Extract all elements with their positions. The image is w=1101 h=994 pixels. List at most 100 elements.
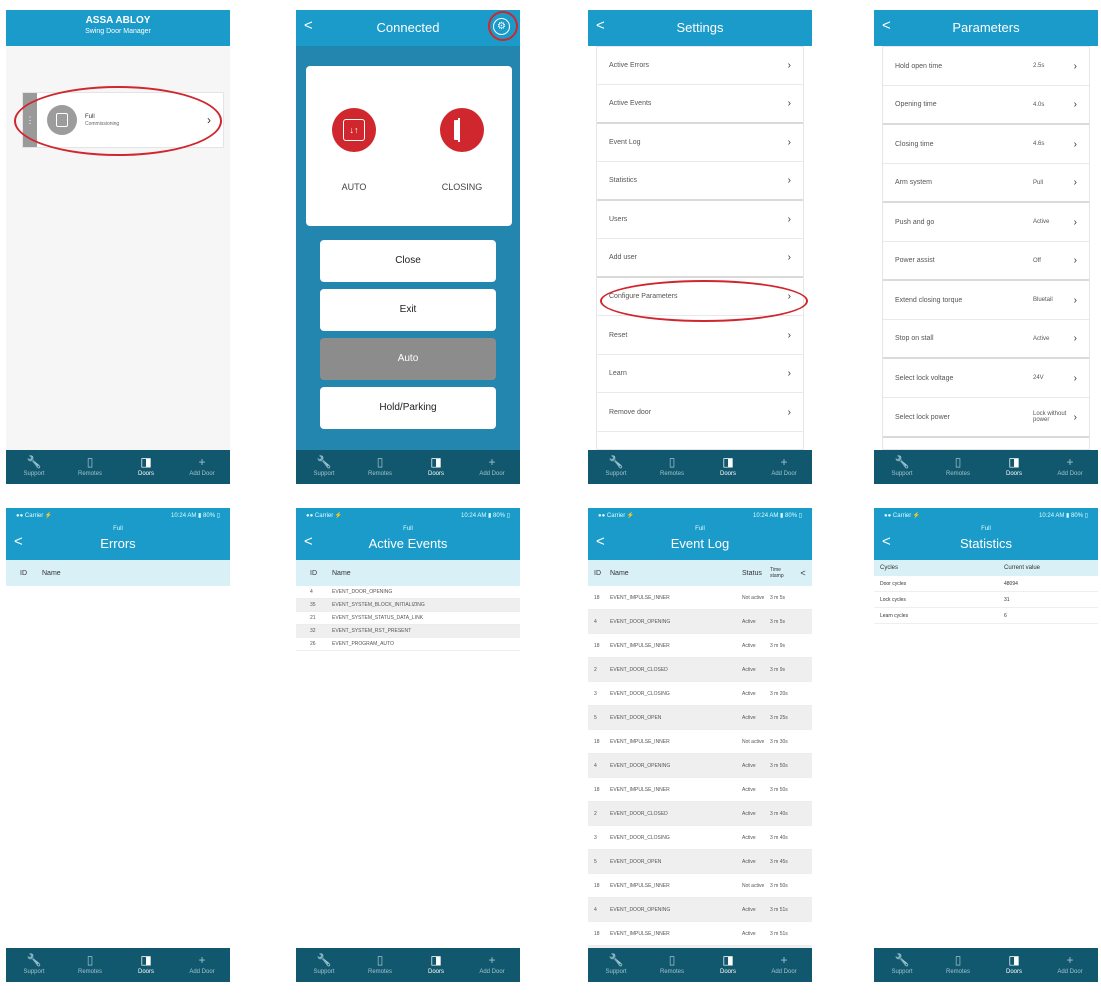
table-row[interactable]: 5 EVENT_DOOR_OPEN Active 3 m 25s — [588, 706, 812, 730]
tab-doors[interactable]: ◨ Doors — [986, 450, 1042, 484]
table-row[interactable]: 4 EVENT_DOOR_OPENING Active 3 m 50s — [588, 754, 812, 778]
tab-support[interactable]: 🔧 Support — [588, 450, 644, 484]
table-row[interactable]: 2 EVENT_DOOR_CLOSED Active 3 m 9s — [588, 658, 812, 682]
tab-remotes[interactable]: ▯ Remotes — [644, 948, 700, 982]
tab-label: Remotes — [77, 471, 102, 477]
tab-support[interactable]: 🔧 Support — [874, 450, 930, 484]
remote-icon: ▯ — [668, 455, 676, 469]
tab-bar: 🔧 Support ▯ Remotes ◨ Doors + Add Door — [588, 948, 812, 982]
parameter-row[interactable]: Select lock power Lock without power › — [883, 398, 1089, 438]
app-subtitle: Swing Door Manager — [85, 28, 151, 35]
parameter-row[interactable]: Opening time 4.0s › — [883, 86, 1089, 125]
tab-support[interactable]: 🔧 Support — [874, 948, 930, 982]
menu-item-event-log[interactable]: Event Log › — [597, 124, 803, 162]
door-card[interactable]: ⋮ Full Commissioning › — [22, 92, 224, 148]
tab-add-door[interactable]: + Add Door — [1042, 450, 1098, 484]
tab-support[interactable]: 🔧 Support — [6, 450, 62, 484]
tab-add-door[interactable]: + Add Door — [174, 948, 230, 982]
tab-add-door[interactable]: + Add Door — [464, 948, 520, 982]
table-row[interactable]: 2 EVENT_DOOR_CLOSED Active 3 m 40s — [588, 802, 812, 826]
parameter-row[interactable]: Power assist Off › — [883, 242, 1089, 281]
tab-remotes[interactable]: ▯ Remotes — [62, 948, 118, 982]
menu-item-add-user[interactable]: Add user › — [597, 239, 803, 278]
tab-remotes[interactable]: ▯ Remotes — [930, 450, 986, 484]
table-row[interactable]: 32 EVENT_SYSTEM_RST_PRESENT — [296, 625, 520, 638]
event-id: 2 — [594, 810, 597, 817]
tab-add-door[interactable]: + Add Door — [174, 450, 230, 484]
parameter-row[interactable]: Hold open time 2.5s › — [883, 47, 1089, 86]
parameter-row[interactable]: Select lock voltage 24V › — [883, 359, 1089, 398]
table-row[interactable]: 18 EVENT_IMPULSE_INNER Not active 3 m 5s — [588, 586, 812, 610]
tab-doors[interactable]: ◨ Doors — [700, 450, 756, 484]
menu-item-label: Reset — [609, 331, 628, 339]
tab-remotes[interactable]: ▯ Remotes — [644, 450, 700, 484]
tab-support[interactable]: 🔧 Support — [296, 450, 352, 484]
hold-parking-button[interactable]: Hold/Parking — [320, 387, 496, 429]
table-row[interactable]: 3 EVENT_DOOR_CLOSING Active 3 m 20s — [588, 682, 812, 706]
close-button[interactable]: Close — [320, 240, 496, 282]
table-row[interactable]: 4 EVENT_DOOR_OPENING Active 3 m 5s — [588, 610, 812, 634]
tab-remotes[interactable]: ▯ Remotes — [352, 450, 408, 484]
tab-doors[interactable]: ◨ Doors — [700, 948, 756, 982]
table-row[interactable]: 4 EVENT_DOOR_OPENING — [296, 586, 520, 599]
table-row[interactable]: 35 EVENT_SYSTEM_BLOCK_INITIALIZING — [296, 599, 520, 612]
table-row[interactable]: 18 EVENT_IMPULSE_INNER Active 3 m 9s — [588, 634, 812, 658]
column-header-id: ID — [594, 569, 601, 577]
tab-doors[interactable]: ◨ Doors — [986, 948, 1042, 982]
table-row[interactable]: 18 EVENT_IMPULSE_INNER Active 3 m 51s — [588, 922, 812, 946]
tab-label: Remotes — [77, 969, 102, 975]
back-icon[interactable]: < — [882, 18, 891, 33]
parameter-row[interactable]: Extend closing torque Bluetail › — [883, 281, 1089, 320]
menu-item-remove-door[interactable]: Remove door › — [597, 393, 803, 432]
tab-remotes[interactable]: ▯ Remotes — [62, 450, 118, 484]
tab-add-door[interactable]: + Add Door — [464, 450, 520, 484]
table-row[interactable]: 18 EVENT_IMPULSE_INNER Active 3 m 50s — [588, 778, 812, 802]
parameter-value: Pull — [1033, 179, 1044, 186]
tab-add-door[interactable]: + Add Door — [1042, 948, 1098, 982]
menu-item-active-errors[interactable]: Active Errors › — [597, 47, 803, 85]
parameter-label: Arm system — [895, 179, 932, 186]
tab-remotes[interactable]: ▯ Remotes — [352, 948, 408, 982]
table-row[interactable]: 18 EVENT_IMPULSE_INNER Not active 3 m 50s — [588, 874, 812, 898]
table-row[interactable]: 18 EVENT_IMPULSE_INNER Not active 3 m 30s — [588, 730, 812, 754]
tab-doors[interactable]: ◨ Doors — [118, 948, 174, 982]
event-status: Active — [742, 690, 756, 697]
screen-parameters: < Parameters Hold open time 2.5s › Opening … — [874, 10, 1098, 484]
menu-item-active-events[interactable]: Active Events › — [597, 85, 803, 124]
back-icon[interactable]: < — [304, 18, 313, 33]
share-icon[interactable]: < — [794, 568, 812, 578]
gear-icon[interactable]: ⚙ — [493, 18, 510, 35]
table-row[interactable]: 21 EVENT_SYSTEM_STATUS_DATA_LINK — [296, 612, 520, 625]
menu-item-configure-parameters[interactable]: Configure Parameters › — [597, 278, 803, 316]
menu-item-reset[interactable]: Reset › — [597, 316, 803, 355]
menu-item-label: Users — [609, 216, 628, 223]
exit-button[interactable]: Exit — [320, 289, 496, 331]
menu-item-learn[interactable]: Learn › — [597, 355, 803, 393]
tab-support[interactable]: 🔧 Support — [588, 948, 644, 982]
parameter-label: Select lock voltage — [895, 374, 954, 382]
tab-support[interactable]: 🔧 Support — [6, 948, 62, 982]
tab-label: Add Door — [189, 969, 215, 975]
table-row[interactable]: 5 EVENT_DOOR_OPEN Active 3 m 45s — [588, 850, 812, 874]
auto-button[interactable]: Auto — [320, 338, 496, 380]
parameter-row[interactable]: Push and go Active › — [883, 203, 1089, 242]
parameter-row[interactable]: Closing time 4.6s › — [883, 125, 1089, 164]
tab-doors[interactable]: ◨ Doors — [118, 450, 174, 484]
parameter-row[interactable]: Stop on stall Active › — [883, 320, 1089, 359]
table-row[interactable]: 3 EVENT_DOOR_CLOSING Active 3 m 40s — [588, 826, 812, 850]
menu-item-users[interactable]: Users › — [597, 201, 803, 239]
tab-add-door[interactable]: + Add Door — [756, 948, 812, 982]
table-row[interactable]: 4 EVENT_DOOR_OPENING Active 3 m 51s — [588, 898, 812, 922]
table-row[interactable]: 26 EVENT_PROGRAM_AUTO — [296, 638, 520, 651]
tab-support[interactable]: 🔧 Support — [296, 948, 352, 982]
tab-remotes[interactable]: ▯ Remotes — [930, 948, 986, 982]
back-icon[interactable]: < — [596, 18, 605, 33]
parameter-row[interactable]: Arm system Pull › — [883, 164, 1089, 203]
tab-doors[interactable]: ◨ Doors — [408, 450, 464, 484]
tab-add-door[interactable]: + Add Door — [756, 450, 812, 484]
tab-doors[interactable]: ◨ Doors — [408, 948, 464, 982]
parameter-label: Opening time — [895, 101, 937, 108]
statistics-table: Cycles Current value Door cycles 48094 Loc… — [874, 560, 1098, 948]
menu-item-statistics[interactable]: Statistics › — [597, 162, 803, 201]
drag-handle[interactable]: ⋮ — [23, 93, 37, 147]
